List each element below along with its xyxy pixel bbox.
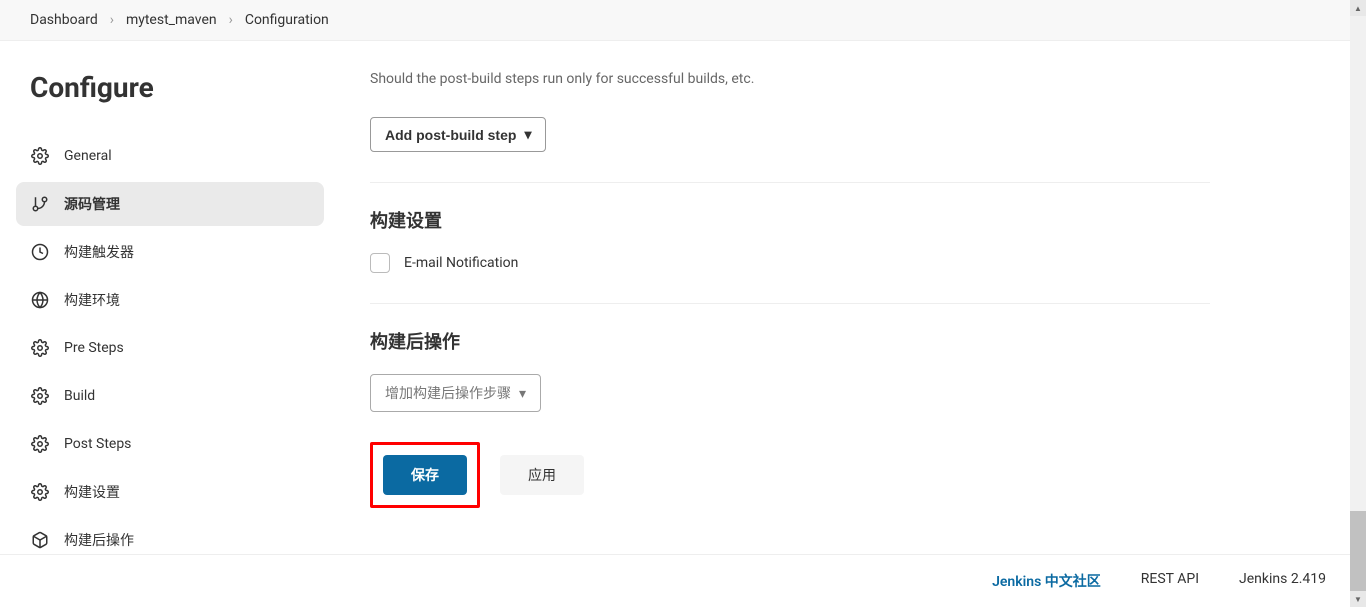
caret-down-icon: ▾ [524,126,531,143]
scroll-down-icon[interactable]: ▼ [1350,591,1366,607]
gear-icon [30,386,50,406]
sidebar-item-label: 源码管理 [64,194,120,214]
sidebar-item-label: General [64,148,112,164]
caret-down-icon: ▾ [519,385,526,402]
sidebar-item-pre-steps[interactable]: Pre Steps [16,326,324,370]
content: Should the post-build steps run only for… [340,41,1240,596]
breadcrumb-project[interactable]: mytest_maven [126,12,217,28]
scrollbar[interactable]: ▲ ▼ [1350,0,1366,607]
footer: Jenkins 中文社区 REST API Jenkins 2.419 [0,554,1366,607]
scroll-thumb[interactable] [1350,511,1366,591]
sidebar-item-post-steps[interactable]: Post Steps [16,422,324,466]
breadcrumb: Dashboard › mytest_maven › Configuration [0,0,1366,41]
email-notification-label: E-mail Notification [404,255,518,271]
sidebar: Configure General 源码管理 构建触发器 [0,41,340,596]
footer-rest-api-link[interactable]: REST API [1141,571,1199,591]
build-settings-title: 构建设置 [370,207,1210,233]
gear-icon [30,434,50,454]
sidebar-item-triggers[interactable]: 构建触发器 [16,230,324,274]
sidebar-item-label: 构建设置 [64,482,120,502]
box-icon [30,530,50,550]
gear-icon [30,146,50,166]
gear-icon [30,338,50,358]
button-label: Add post-build step [385,127,516,143]
post-build-actions-title: 构建后操作 [370,328,1210,354]
sidebar-item-label: 构建触发器 [64,242,134,262]
chevron-right-icon: › [229,12,233,28]
sidebar-item-label: Post Steps [64,436,131,452]
clock-icon [30,242,50,262]
apply-button[interactable]: 应用 [500,455,584,495]
globe-icon [30,290,50,310]
sidebar-item-label: Pre Steps [64,340,124,356]
page-title: Configure [30,71,324,104]
breadcrumb-configuration[interactable]: Configuration [245,12,329,28]
branch-icon [30,194,50,214]
add-post-build-step-button[interactable]: Add post-build step ▾ [370,117,546,152]
button-label: 增加构建后操作步骤 [385,383,511,403]
sidebar-item-label: Build [64,388,95,404]
chevron-right-icon: › [110,12,114,28]
breadcrumb-dashboard[interactable]: Dashboard [30,12,98,28]
save-highlight-box: 保存 [370,442,480,508]
sidebar-item-env[interactable]: 构建环境 [16,278,324,322]
footer-version: Jenkins 2.419 [1239,571,1326,591]
footer-community-link[interactable]: Jenkins 中文社区 [992,571,1101,591]
email-notification-checkbox[interactable] [370,253,390,273]
sidebar-item-label: 构建环境 [64,290,120,310]
sidebar-item-scm[interactable]: 源码管理 [16,182,324,226]
sidebar-item-label: 构建后操作 [64,530,134,550]
email-notification-row: E-mail Notification [370,253,1210,273]
divider [370,182,1210,183]
gear-icon [30,482,50,502]
save-button[interactable]: 保存 [383,455,467,495]
add-post-build-action-button[interactable]: 增加构建后操作步骤 ▾ [370,374,541,412]
scroll-up-icon[interactable]: ▲ [1350,0,1366,16]
sidebar-item-general[interactable]: General [16,134,324,178]
divider [370,303,1210,304]
sidebar-item-build[interactable]: Build [16,374,324,418]
action-row: 保存 应用 [370,442,1210,508]
post-steps-description: Should the post-build steps run only for… [370,71,1210,87]
sidebar-item-build-settings[interactable]: 构建设置 [16,470,324,514]
